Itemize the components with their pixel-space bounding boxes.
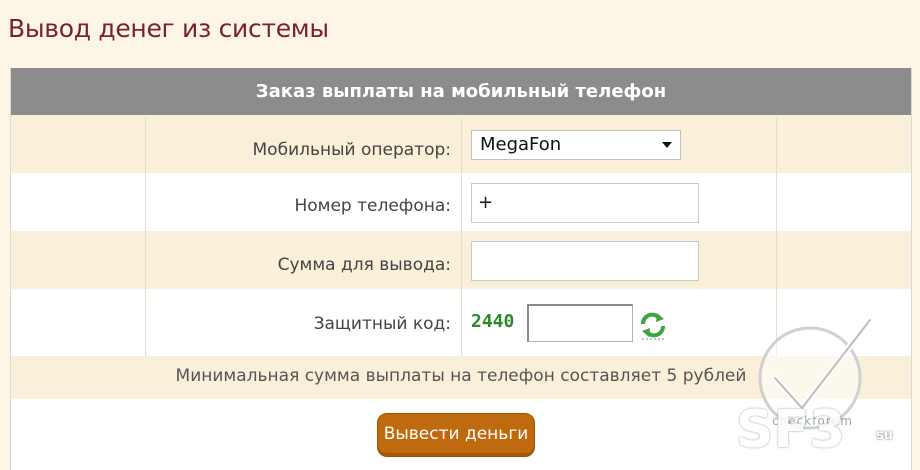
captcha-code: 2440 [471,311,515,332]
column-divider [461,118,462,356]
phone-label: Номер телефона: [294,196,451,216]
withdraw-button[interactable]: Вывести деньги [377,413,535,457]
watermark-suffix: su [876,428,893,443]
refresh-icon[interactable] [639,310,667,340]
form-header: Заказ выплаты на мобильный телефон [11,68,911,115]
column-divider [145,118,146,356]
captcha-input[interactable] [527,304,633,342]
watermark-logo-text: SF3 [736,400,846,460]
phone-input[interactable]: + [471,183,699,223]
chevron-down-icon [662,142,672,148]
operator-value: MegaFon [480,134,562,155]
phone-value: + [478,192,494,213]
operator-label: Мобильный оператор: [252,140,451,160]
captcha-label: Защитный код: [313,314,451,334]
operator-select[interactable]: MegaFon [471,130,681,160]
page-title: Вывод денег из системы [8,14,329,43]
amount-input[interactable] [471,241,699,281]
amount-label: Сумма для вывода: [277,255,451,275]
